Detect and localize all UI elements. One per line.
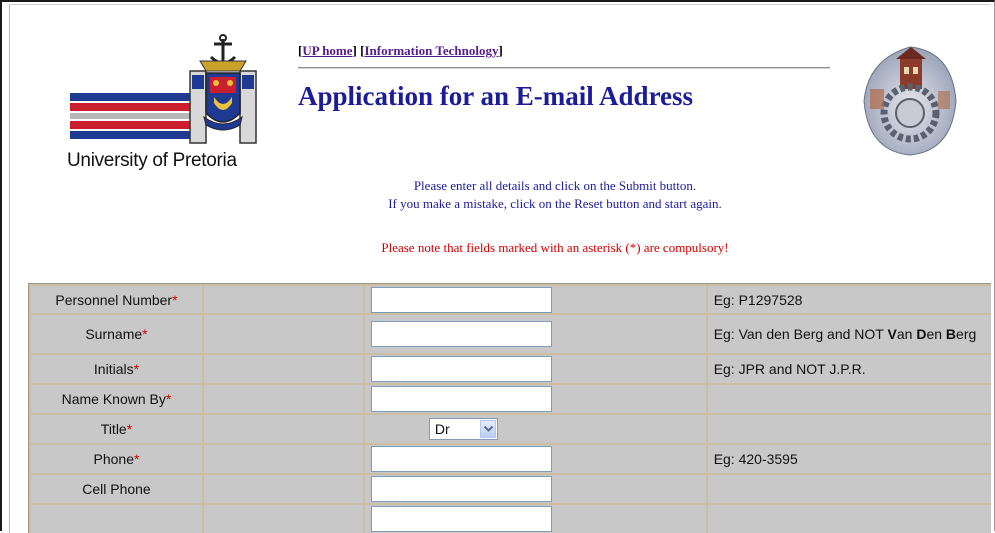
example-text-bold: D <box>916 326 927 342</box>
input-cell <box>364 445 706 473</box>
field-label <box>31 505 202 533</box>
example-text-part: an <box>896 326 917 342</box>
form-row-phone: Phone* Eg: 420-3595 <box>31 445 991 473</box>
spacer-cell <box>203 385 363 413</box>
input-cell <box>364 385 706 413</box>
instruction-line-2: If you make a mistake, click on the Rese… <box>388 196 722 211</box>
example-text-part: Eg: Van den Berg and NOT <box>713 326 888 342</box>
required-asterisk: * <box>165 391 172 407</box>
field-label-text: Personnel Number <box>55 291 173 308</box>
field-label-text: Surname <box>85 326 143 342</box>
input-cell <box>364 286 706 313</box>
field-label: Cell Phone <box>31 475 202 503</box>
required-asterisk: * <box>142 326 148 342</box>
field-label: Surname* <box>31 315 202 353</box>
required-asterisk: * <box>126 421 133 437</box>
example-text <box>707 415 991 443</box>
example-text <box>707 505 991 533</box>
required-asterisk: * <box>172 291 178 308</box>
spacer-cell <box>203 475 363 503</box>
field-label: Personnel Number* <box>31 286 202 313</box>
field-label: Name Known By* <box>31 385 202 413</box>
example-text: Eg: JPR and NOT J.P.R. <box>707 355 991 383</box>
compulsory-fields-note: Please note that fields marked with an a… <box>381 240 729 255</box>
application-form-table: Personnel Number* Eg: P1297528 Surname* … <box>28 283 991 533</box>
browser-frame: University of Pretoria [UP home] [Inform… <box>0 0 995 533</box>
spacer-cell <box>203 315 363 353</box>
form-row-surname: Surname* Eg: Van den Berg and NOT Van De… <box>31 315 991 353</box>
spacer-cell <box>203 415 363 443</box>
title-select[interactable]: Dr <box>428 418 498 440</box>
name-known-by-input[interactable] <box>370 386 552 412</box>
form-row-partial <box>31 505 991 533</box>
anchor-icon <box>209 34 237 65</box>
up-home-link[interactable]: UP home <box>302 43 352 58</box>
partial-row-input[interactable] <box>370 506 552 532</box>
required-asterisk: * <box>133 361 140 377</box>
input-cell <box>364 315 706 353</box>
initials-input[interactable] <box>370 356 552 382</box>
personnel-number-input[interactable] <box>370 286 552 313</box>
form-row-personnel-number: Personnel Number* Eg: P1297528 <box>31 286 991 313</box>
top-links: [UP home] [Information Technology] <box>298 43 503 58</box>
spacer-cell <box>203 286 363 313</box>
phone-input[interactable] <box>370 446 552 472</box>
page-title: Application for an E-mail Address <box>298 81 694 111</box>
example-text: Eg: 420-3595 <box>707 445 991 473</box>
example-text: Eg: P1297528 <box>707 286 991 313</box>
field-label-text: Title <box>100 421 127 437</box>
field-label: Phone* <box>31 445 202 473</box>
field-label-text: Cell Phone <box>82 481 151 497</box>
dropdown-button[interactable] <box>479 420 496 438</box>
chevron-down-icon <box>483 426 493 432</box>
example-text <box>707 475 991 503</box>
field-label: Title* <box>31 415 202 443</box>
instruction-line-1: Please enter all details and click on th… <box>413 178 697 193</box>
required-asterisk: * <box>133 451 140 467</box>
surname-input[interactable] <box>370 321 552 347</box>
field-label-text: Initials <box>93 361 134 377</box>
input-cell <box>364 505 706 533</box>
form-row-cell-phone: Cell Phone <box>31 475 991 503</box>
cell-phone-input[interactable] <box>370 476 552 502</box>
example-text-bold: B <box>945 326 957 342</box>
input-cell: Dr <box>364 415 706 443</box>
form-row-initials: Initials* Eg: JPR and NOT J.P.R. <box>31 355 991 383</box>
field-label-text: Phone <box>93 451 134 467</box>
field-label: Initials* <box>31 355 202 383</box>
input-cell <box>364 355 706 383</box>
example-text-part: erg <box>956 326 977 342</box>
page-viewport: University of Pretoria [UP home] [Inform… <box>9 4 991 533</box>
form-row-title: Title* Dr <box>31 415 991 443</box>
form-row-name-known-by: Name Known By* <box>31 385 991 413</box>
input-cell <box>364 475 706 503</box>
header-divider <box>298 67 830 69</box>
title-select-value: Dr <box>434 421 450 437</box>
spacer-cell <box>203 505 363 533</box>
spacer-cell <box>203 355 363 383</box>
example-text <box>707 385 991 413</box>
example-text-bold: V <box>887 326 897 342</box>
example-text: Eg: Van den Berg and NOT Van Den Berg <box>707 315 991 353</box>
spacer-cell <box>203 445 363 473</box>
logo-caption: University of Pretoria <box>67 150 237 171</box>
example-text-part: en <box>926 326 943 342</box>
field-label-text: Name Known By <box>61 391 166 407</box>
campus-building-emblem <box>863 46 957 156</box>
information-technology-link[interactable]: Information Technology <box>364 43 498 58</box>
